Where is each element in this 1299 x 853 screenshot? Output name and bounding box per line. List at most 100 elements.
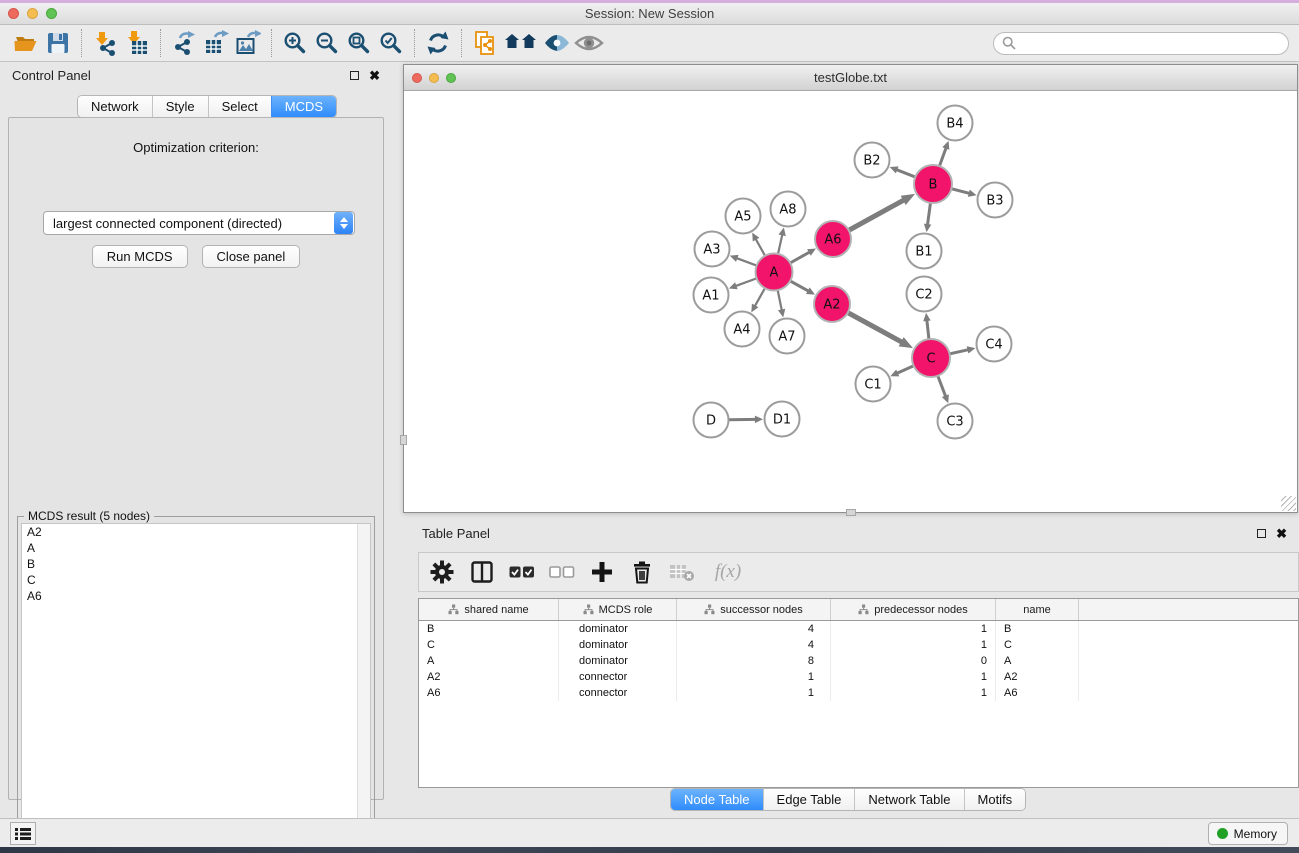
table-cell[interactable]: 1 (831, 637, 996, 653)
graph-edge-arrowhead (730, 255, 739, 262)
resize-grip-icon[interactable] (1281, 496, 1296, 511)
table-cell[interactable]: dominator (559, 653, 677, 669)
zoom-selected-button[interactable] (375, 28, 407, 58)
export-image-button[interactable] (232, 28, 264, 58)
table-cell[interactable]: 4 (677, 621, 831, 637)
table-cell[interactable]: A2 (996, 669, 1079, 685)
columns-icon (470, 560, 494, 584)
left-split-handle[interactable] (400, 435, 407, 445)
result-list-item[interactable]: A6 (22, 588, 370, 604)
column-header-shared-name[interactable]: shared name (419, 599, 559, 620)
mcds-result-list[interactable]: A2ABCA6 (21, 523, 371, 848)
result-list-item[interactable]: A (22, 540, 370, 556)
export-network-button[interactable] (168, 28, 200, 58)
table-cell[interactable]: 1 (831, 669, 996, 685)
table-cell[interactable]: 1 (677, 669, 831, 685)
run-mcds-button[interactable]: Run MCDS (92, 245, 188, 268)
new-network-from-selection-button[interactable] (469, 28, 501, 58)
table-cell[interactable]: dominator (559, 637, 677, 653)
save-session-button[interactable] (42, 28, 74, 58)
column-header-predecessor-nodes[interactable]: predecessor nodes (831, 599, 996, 620)
mcds-tab-panel: Optimization criterion: largest connecte… (8, 117, 384, 800)
table-cell[interactable]: A2 (419, 669, 559, 685)
tab-style[interactable]: Style (152, 96, 208, 117)
table-cell[interactable]: B (419, 621, 559, 637)
import-network-button[interactable] (89, 28, 121, 58)
close-panel-icon[interactable]: ✖ (369, 71, 380, 80)
network-graph[interactable]: B4B2BB3A5A8A6A3B1AA1C2A2A4A7C4CC1C3DD1 (404, 91, 1297, 512)
import-table-button[interactable] (121, 28, 153, 58)
table-cell[interactable]: A6 (996, 685, 1079, 701)
network-view-window[interactable]: testGlobe.txt B4B2BB3A5A8A6A3B1AA1C2A2A4… (403, 64, 1298, 513)
graph-edge-arrowhead (729, 282, 738, 289)
table-cell[interactable]: 4 (677, 637, 831, 653)
table-cell[interactable]: A (419, 653, 559, 669)
table-row[interactable]: A6connector11A6 (419, 685, 1298, 701)
open-session-button[interactable] (10, 28, 42, 58)
deselect-all-checkbox-button[interactable] (549, 559, 575, 585)
tab-mcds[interactable]: MCDS (271, 96, 336, 117)
tab-edge-table[interactable]: Edge Table (763, 789, 855, 810)
export-table-button[interactable] (200, 28, 232, 58)
table-row[interactable]: A2connector11A2 (419, 669, 1298, 685)
graph-node-label: C2 (915, 288, 932, 303)
table-options-button[interactable] (429, 559, 455, 585)
memory-label: Memory (1234, 827, 1277, 841)
result-list-item[interactable]: A2 (22, 524, 370, 540)
table-cell[interactable]: 1 (831, 621, 996, 637)
table-row[interactable]: Adominator80A (419, 653, 1298, 669)
result-list-item[interactable]: C (22, 572, 370, 588)
result-list-item[interactable]: B (22, 556, 370, 572)
table-cell[interactable]: B (996, 621, 1079, 637)
result-scrollbar[interactable] (357, 524, 370, 847)
bottom-split-handle[interactable] (846, 509, 856, 516)
network-canvas[interactable]: B4B2BB3A5A8A6A3B1AA1C2A2A4A7C4CC1C3DD1 (404, 91, 1297, 512)
delete-column-button[interactable] (629, 559, 655, 585)
column-header-MCDS-role[interactable]: MCDS role (559, 599, 677, 620)
table-cell[interactable]: 0 (831, 653, 996, 669)
tab-node-table[interactable]: Node Table (671, 789, 763, 810)
table-cell[interactable]: A (996, 653, 1079, 669)
column-header-successor-nodes[interactable]: successor nodes (677, 599, 831, 620)
hide-selected-button[interactable] (541, 28, 573, 58)
tab-select[interactable]: Select (208, 96, 271, 117)
task-history-button[interactable] (10, 822, 36, 845)
table-row[interactable]: Bdominator41B (419, 621, 1298, 637)
table-cell[interactable]: C (996, 637, 1079, 653)
search-box[interactable] (993, 32, 1289, 55)
tab-network[interactable]: Network (78, 96, 152, 117)
show-graphics-details-button[interactable] (573, 28, 605, 58)
table-cell[interactable]: connector (559, 669, 677, 685)
first-neighbors-button[interactable] (501, 28, 541, 58)
table-cell[interactable]: C (419, 637, 559, 653)
refresh-button[interactable] (422, 28, 454, 58)
table-row[interactable]: Cdominator41C (419, 637, 1298, 653)
table-cell[interactable]: dominator (559, 621, 677, 637)
table-cell[interactable]: 1 (831, 685, 996, 701)
table-cell[interactable]: 8 (677, 653, 831, 669)
table-cell[interactable]: A6 (419, 685, 559, 701)
show-columns-button[interactable] (469, 559, 495, 585)
graph-node-label: A5 (734, 210, 751, 225)
select-all-checkbox-button[interactable] (509, 559, 535, 585)
tab-network-table[interactable]: Network Table (854, 789, 963, 810)
zoom-in-button[interactable] (279, 28, 311, 58)
optimization-criterion-dropdown[interactable]: largest connected component (directed) (43, 211, 355, 235)
search-input[interactable] (1016, 36, 1280, 50)
function-builder-button[interactable]: f(x) (709, 559, 747, 585)
memory-button[interactable]: Memory (1208, 822, 1288, 845)
close-table-panel-icon[interactable]: ✖ (1276, 529, 1287, 538)
zoom-fit-button[interactable] (343, 28, 375, 58)
table-cell[interactable]: 1 (677, 685, 831, 701)
tab-motifs[interactable]: Motifs (964, 789, 1026, 810)
delete-table-button[interactable] (669, 559, 695, 585)
zoom-out-button[interactable] (311, 28, 343, 58)
close-panel-button[interactable]: Close panel (202, 245, 301, 268)
float-table-panel-icon[interactable] (1257, 529, 1266, 538)
graph-node-label: C (926, 352, 935, 367)
float-panel-icon[interactable] (350, 71, 359, 80)
table-cell[interactable]: connector (559, 685, 677, 701)
add-column-button[interactable] (589, 559, 615, 585)
network-window-titlebar[interactable]: testGlobe.txt (404, 65, 1297, 91)
column-header-name[interactable]: name (996, 599, 1079, 620)
